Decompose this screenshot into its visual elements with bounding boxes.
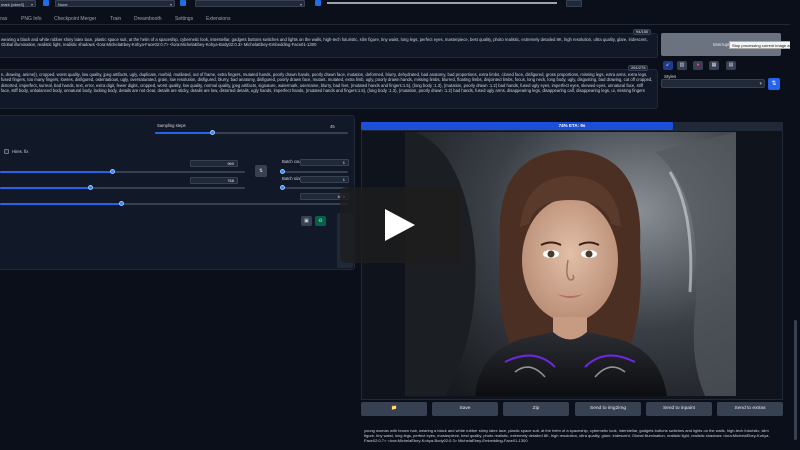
vae-select[interactable]: None ▾ xyxy=(55,0,175,7)
save-style-icon[interactable]: ▦ xyxy=(709,61,719,70)
save-button[interactable]: Save xyxy=(432,402,498,416)
styles-select[interactable]: ▾ xyxy=(661,79,765,88)
width-slider[interactable] xyxy=(0,169,245,174)
refresh-vae-button[interactable] xyxy=(180,0,186,6)
width-input[interactable]: 960 xyxy=(190,160,238,167)
cfg-scale-thumb[interactable] xyxy=(118,201,124,206)
send-to-inpaint-button[interactable]: Send to inpaint xyxy=(646,402,712,416)
tab-extensions[interactable]: Extensions xyxy=(206,16,230,22)
progress-text: 74% ETA: 9s xyxy=(558,123,586,128)
sampling-steps-label: Sampling steps xyxy=(157,123,186,128)
top-bar: mark [cdee0] ▾ None ▾ ▾ xyxy=(0,0,800,9)
video-play-button[interactable] xyxy=(340,187,461,263)
negative-prompt-textarea[interactable]: n, drawing, anime)), cropped, worst qual… xyxy=(0,69,658,109)
prompt-token-counter: 94/150 xyxy=(633,29,652,35)
zip-button[interactable]: Zip xyxy=(503,402,569,416)
prompt-textarea[interactable]: wearing a black and white rubber shiny l… xyxy=(0,33,658,58)
prompt-text: wearing a black and white rubber shiny l… xyxy=(1,37,648,48)
hires-fix-checkbox[interactable] xyxy=(4,149,9,154)
sampling-steps-fill xyxy=(155,132,213,134)
tab-dreambooth[interactable]: Dreambooth xyxy=(134,16,162,22)
width-fill xyxy=(0,171,113,173)
open-folder-button[interactable]: 📁 xyxy=(361,402,427,416)
paste-icon[interactable]: ↙ xyxy=(663,61,673,70)
chevron-down-icon: ▾ xyxy=(299,2,302,7)
height-thumb[interactable] xyxy=(87,185,93,190)
batch-count-slider[interactable] xyxy=(280,169,348,174)
batch-count-thumb[interactable] xyxy=(280,169,285,174)
batch-size-label: Batch size xyxy=(282,176,302,181)
extra-networks-icon[interactable]: ● xyxy=(693,61,703,70)
play-icon xyxy=(385,209,415,241)
cfg-scale-fill xyxy=(0,203,122,205)
page-scrollbar[interactable] xyxy=(790,0,800,450)
checkpoint-value: mark [cdee0] xyxy=(1,2,25,7)
negative-prompt-text: n, drawing, anime)), cropped, worst qual… xyxy=(1,72,653,94)
negative-token-counter: 261/275 xyxy=(628,65,649,71)
vae-value: None xyxy=(58,2,68,7)
clipboard-icon[interactable]: ▤ xyxy=(726,61,736,70)
chevron-down-icon: ▾ xyxy=(759,81,762,87)
height-input[interactable]: 768 xyxy=(190,177,238,184)
chevron-down-icon: ▾ xyxy=(30,2,33,7)
sampling-steps-slider[interactable] xyxy=(155,130,348,135)
recycle-icon[interactable]: ♻ xyxy=(315,216,326,226)
batch-size-input[interactable]: 1 xyxy=(300,176,349,183)
refresh-button[interactable] xyxy=(315,0,321,6)
sampling-steps-thumb[interactable] xyxy=(209,130,215,135)
batch-count-input[interactable]: 1 xyxy=(300,159,349,166)
apply-styles-button[interactable]: ⇅ xyxy=(768,78,780,90)
clip-skip-value[interactable] xyxy=(566,0,582,7)
send-to-extras-button[interactable]: Send to extras xyxy=(717,402,783,416)
batch-size-slider[interactable] xyxy=(280,185,348,190)
tab-train[interactable]: Train xyxy=(110,16,121,22)
tab-png-info[interactable]: PNG Info xyxy=(21,16,42,22)
batch-size-thumb[interactable] xyxy=(280,185,285,190)
cfg-scale-slider[interactable] xyxy=(0,201,348,206)
tab-checkpoint-merger[interactable]: Checkpoint Merger xyxy=(54,16,96,22)
portrait-illustration xyxy=(405,132,736,396)
scrollbar-thumb[interactable] xyxy=(794,320,797,440)
generated-image[interactable] xyxy=(405,132,736,396)
clip-skip-slider[interactable] xyxy=(327,2,557,4)
height-fill xyxy=(0,187,91,189)
hires-fix-label: Hires. fix xyxy=(12,149,29,154)
progress-bar: 74% ETA: 9s xyxy=(361,122,783,130)
width-thumb[interactable] xyxy=(109,169,115,174)
hypernetwork-select[interactable]: ▾ xyxy=(195,0,305,7)
generation-info: young woman with brown hair, wearing a b… xyxy=(364,428,770,444)
main-tabs: tras PNG Info Checkpoint Merger Train Dr… xyxy=(0,14,800,25)
sampling-steps-value[interactable]: 45 xyxy=(330,124,335,129)
refresh-checkpoint-button[interactable] xyxy=(43,0,49,6)
chevron-down-icon: ▾ xyxy=(169,2,172,7)
tab-settings[interactable]: Settings xyxy=(175,16,193,22)
reuse-seed-icon[interactable]: ▣ xyxy=(301,216,312,226)
height-slider[interactable] xyxy=(0,185,245,190)
checkpoint-select[interactable]: mark [cdee0] ▾ xyxy=(0,0,36,7)
tab-extras[interactable]: tras xyxy=(0,16,7,22)
swap-dimensions-button[interactable]: ⇅ xyxy=(255,165,267,177)
folder-icon: 📁 xyxy=(391,406,397,411)
trash-icon[interactable]: ▥ xyxy=(677,61,687,70)
send-to-img2img-button[interactable]: Send to img2img xyxy=(575,402,641,416)
